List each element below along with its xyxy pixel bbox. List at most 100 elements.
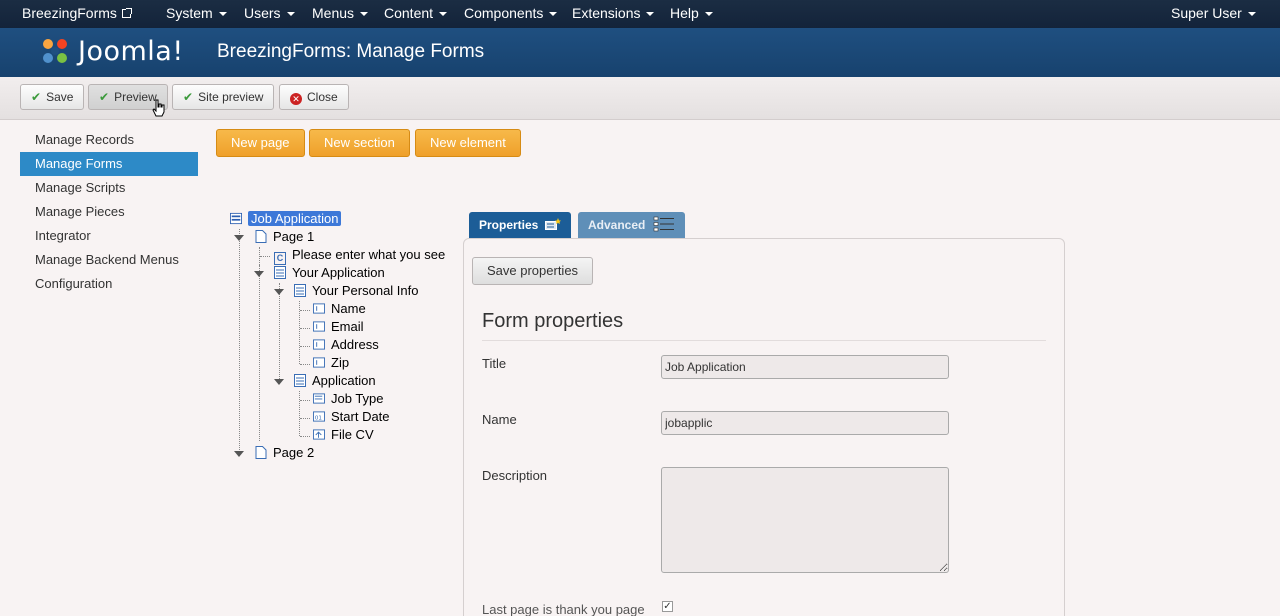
- tree-node-label: Page 2: [273, 445, 315, 460]
- tree-node-label: File CV: [331, 427, 374, 442]
- tree-node-label: Your Application: [292, 265, 385, 280]
- tree-line: [239, 229, 240, 454]
- tree-node-start-date[interactable]: 01 Start Date: [313, 408, 390, 426]
- toolbar: ✔ Save ✔ Preview ✔ Site preview ✕ Close: [0, 77, 1280, 120]
- check-icon: ✔: [31, 90, 42, 104]
- tree-node-label: Please enter what you see: [292, 247, 446, 262]
- expand-triangle-icon[interactable]: [234, 451, 244, 457]
- menu-components[interactable]: Components: [464, 0, 558, 28]
- svg-text:01: 01: [315, 415, 322, 421]
- expand-triangle-icon[interactable]: [274, 289, 284, 295]
- last-page-label: Last page is thank you page: [482, 602, 645, 616]
- menu-extensions[interactable]: Extensions: [572, 0, 655, 28]
- new-page-button[interactable]: New page: [216, 129, 305, 157]
- tree-node-personal-info[interactable]: Your Personal Info: [294, 282, 418, 300]
- menu-label: Extensions: [572, 5, 641, 21]
- tree-node-address[interactable]: Address: [313, 336, 379, 354]
- user-menu[interactable]: Super User: [1171, 0, 1256, 28]
- sidebar-item-manage-scripts[interactable]: Manage Scripts: [20, 176, 198, 200]
- tree-node-your-application[interactable]: Your Application: [274, 264, 385, 282]
- caret-down-icon: [360, 12, 369, 17]
- menu-label: Components: [464, 5, 544, 21]
- page-icon: [255, 230, 267, 243]
- tree-node-root[interactable]: Job Application: [230, 210, 342, 228]
- menu-label: Users: [244, 5, 281, 21]
- menu-label: Help: [670, 5, 699, 21]
- section-icon: [274, 266, 286, 279]
- menu-label: Content: [384, 5, 434, 21]
- sidebar-item-configuration[interactable]: Configuration: [20, 272, 198, 296]
- text-field-icon: [313, 303, 325, 314]
- save-button[interactable]: ✔ Save: [20, 84, 85, 110]
- tab-advanced[interactable]: Advanced: [578, 212, 685, 238]
- title-input[interactable]: [661, 355, 949, 379]
- tree-line: [260, 256, 270, 257]
- site-preview-button[interactable]: ✔ Site preview: [172, 84, 275, 110]
- tree-node-label: Address: [331, 337, 379, 352]
- text-field-icon: [313, 339, 325, 350]
- menu-system[interactable]: System: [166, 0, 227, 28]
- caret-down-icon: [646, 12, 655, 17]
- save-label: Save: [46, 90, 74, 104]
- tree-node-application[interactable]: Application: [294, 372, 376, 390]
- tree-node-label: Job Application: [248, 211, 342, 226]
- expand-triangle-icon[interactable]: [274, 379, 284, 385]
- new-section-button[interactable]: New section: [309, 129, 410, 157]
- tree-node-label: Zip: [331, 355, 350, 370]
- check-icon: ✔: [99, 90, 110, 104]
- new-element-button[interactable]: New element: [415, 129, 521, 157]
- expand-triangle-icon[interactable]: [254, 271, 264, 277]
- sidebar-item-manage-pieces[interactable]: Manage Pieces: [20, 200, 198, 224]
- tree-line: [300, 310, 310, 311]
- brand-link[interactable]: BreezingForms: [22, 0, 132, 28]
- divider: [482, 340, 1046, 341]
- menu-help[interactable]: Help: [670, 0, 713, 28]
- tree-node-job-type[interactable]: Job Type: [313, 390, 384, 408]
- sidebar-item-manage-records[interactable]: Manage Records: [20, 128, 198, 152]
- expand-triangle-icon[interactable]: [234, 235, 244, 241]
- sidebar-item-manage-forms[interactable]: Manage Forms: [20, 152, 198, 176]
- sidebar-item-manage-backend-menus[interactable]: Manage Backend Menus: [20, 248, 198, 272]
- last-page-checkbox[interactable]: ✓: [662, 601, 673, 612]
- menu-menus[interactable]: Menus: [312, 0, 369, 28]
- hand-cursor-icon: [152, 99, 165, 117]
- tree-node-file-cv[interactable]: File CV: [313, 426, 374, 444]
- close-label: Close: [307, 90, 338, 104]
- check-icon: ✔: [183, 90, 194, 104]
- description-textarea[interactable]: [661, 467, 949, 573]
- menu-content[interactable]: Content: [384, 0, 448, 28]
- tree-line: [300, 400, 310, 401]
- tree-node-email[interactable]: Email: [313, 318, 364, 336]
- page-header: Joomla! BreezingForms: Manage Forms: [0, 28, 1280, 77]
- tree-node-label: Page 1: [273, 229, 315, 244]
- text-field-icon: [313, 357, 325, 368]
- menu-users[interactable]: Users: [244, 0, 295, 28]
- tree-node-name[interactable]: Name: [313, 300, 366, 318]
- name-input[interactable]: [661, 411, 949, 435]
- tree-node-label: Email: [331, 319, 364, 334]
- tree-node-label: Name: [331, 301, 366, 316]
- caret-down-icon: [549, 12, 558, 17]
- tree-node-captcha[interactable]: C Please enter what you see: [274, 246, 446, 265]
- brand-label: BreezingForms: [22, 5, 117, 21]
- tree-line: [300, 418, 310, 419]
- tree-node-label: Job Type: [331, 391, 384, 406]
- external-link-icon: [121, 8, 132, 18]
- tab-properties[interactable]: Properties: [469, 212, 571, 238]
- close-button[interactable]: ✕ Close: [279, 84, 349, 110]
- user-name: Super User: [1171, 5, 1242, 21]
- joomla-logo-icon: [43, 39, 67, 63]
- save-properties-button[interactable]: Save properties: [472, 257, 594, 285]
- tree-node-page2[interactable]: Page 2: [255, 444, 314, 462]
- description-label: Description: [482, 468, 548, 483]
- advanced-list-icon: [653, 216, 674, 232]
- tree-node-page1[interactable]: Page 1: [255, 228, 314, 246]
- sidebar-item-integrator[interactable]: Integrator: [20, 224, 198, 248]
- tree-node-zip[interactable]: Zip: [313, 354, 349, 372]
- close-icon: ✕: [290, 93, 302, 105]
- logo-text: Joomla!: [78, 36, 184, 67]
- tree-node-label: Application: [312, 373, 376, 388]
- name-label: Name: [482, 412, 517, 427]
- caret-down-icon: [439, 12, 448, 17]
- menu-label: Menus: [312, 5, 355, 21]
